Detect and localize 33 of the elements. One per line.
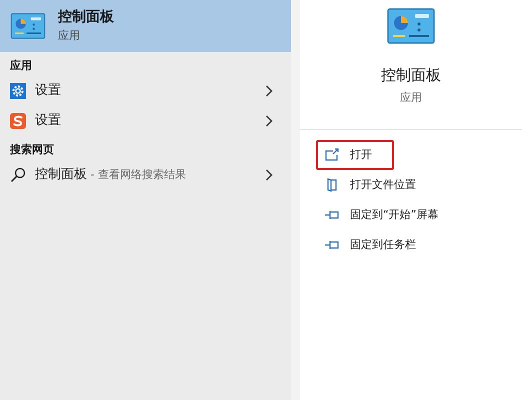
result-item[interactable]: 控制面板 - 查看网络搜索结果 — [0, 160, 291, 190]
section-header: 搜索网页 — [8, 142, 55, 158]
item-label: 控制面板 - 查看网络搜索结果 — [35, 166, 187, 184]
result-item[interactable]: 设置 — [0, 106, 291, 136]
action-item[interactable]: 固定到任务栏 — [316, 230, 522, 260]
item-label: 设置 — [35, 82, 62, 100]
result-item[interactable]: 设置 — [0, 76, 291, 106]
settings-icon — [10, 83, 26, 99]
control-panel-icon — [387, 8, 435, 44]
document-icon — [326, 178, 338, 192]
result-subtitle: 应用 — [58, 28, 81, 44]
details-title: 控制面板 — [381, 65, 441, 86]
open-icon — [325, 148, 339, 162]
pin-icon — [324, 240, 340, 250]
action-label: 打开 — [350, 146, 372, 163]
action-item[interactable]: 打开 — [316, 140, 394, 170]
section-header: 应用 — [8, 58, 33, 74]
action-label: 固定到任务栏 — [350, 236, 416, 253]
chevron-right-icon — [265, 115, 273, 127]
action-label: 固定到“开始”屏幕 — [350, 206, 438, 223]
pin-icon — [324, 210, 340, 220]
action-item[interactable]: 固定到“开始”屏幕 — [316, 200, 522, 230]
control-panel-icon — [10, 13, 46, 39]
result-title: 控制面板 — [58, 8, 114, 26]
action-label: 打开文件位置 — [350, 176, 416, 193]
chevron-right-icon — [265, 85, 273, 97]
app-logo-icon — [10, 113, 26, 129]
item-label: 设置 — [35, 112, 62, 130]
action-item[interactable]: 打开文件位置 — [316, 170, 522, 200]
chevron-right-icon — [265, 169, 273, 181]
search-icon — [10, 167, 26, 183]
top-result[interactable]: 控制面板 应用 — [0, 0, 291, 52]
details-subtitle: 应用 — [400, 90, 422, 106]
